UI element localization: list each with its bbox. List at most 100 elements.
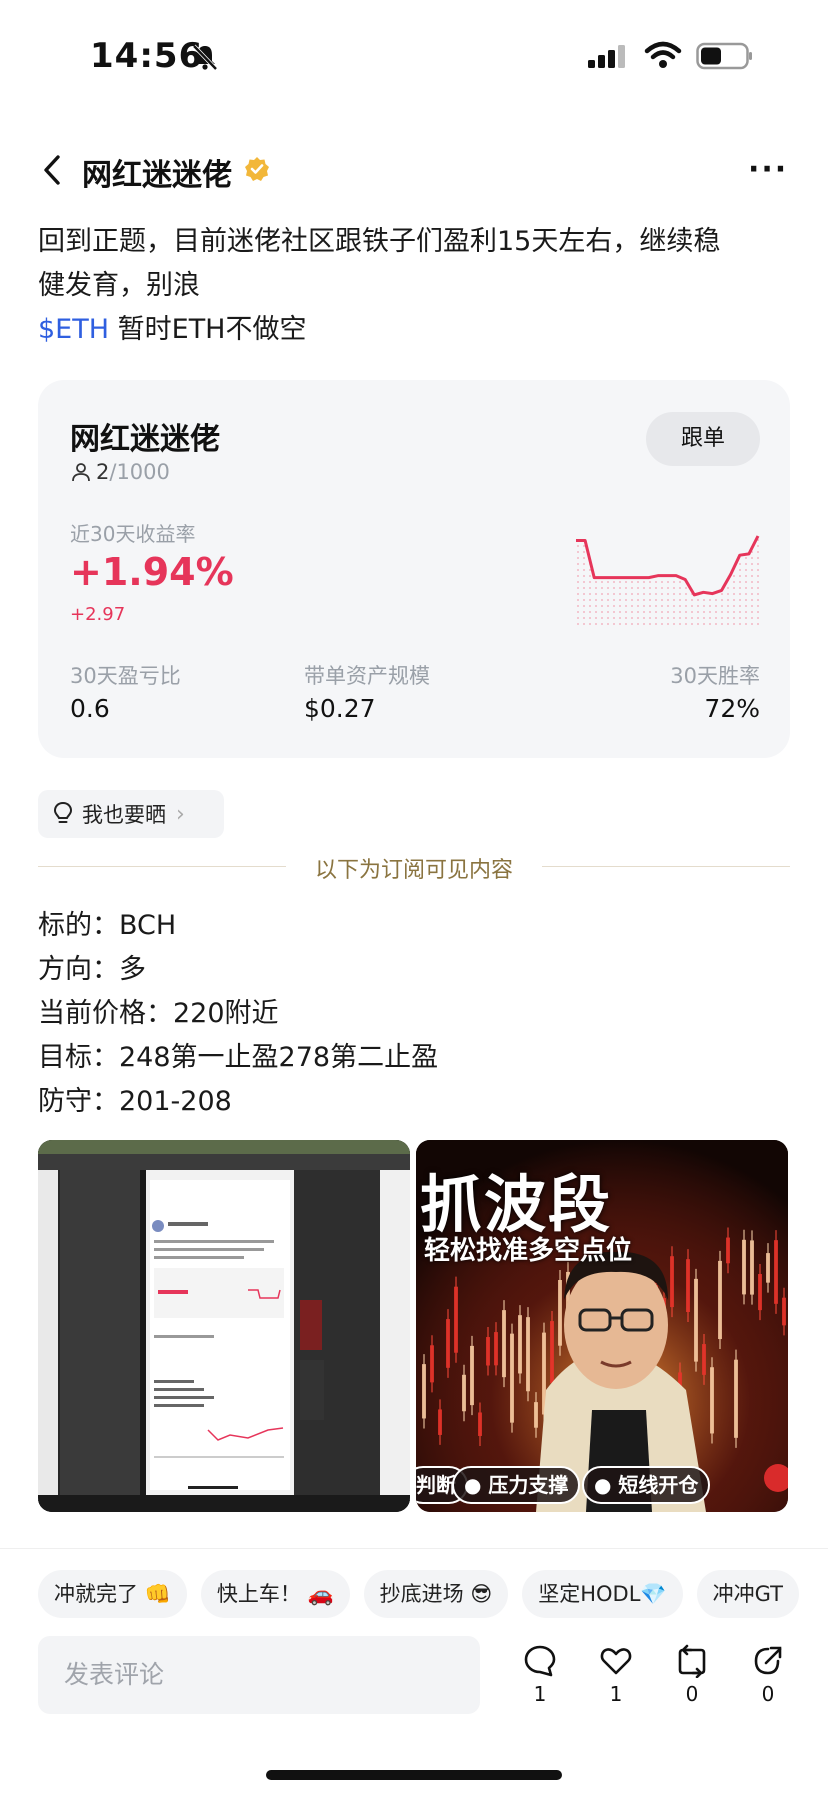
sparkline-fill-dot (697, 617, 699, 619)
promo-pill: ● 短线开仓 (582, 1466, 711, 1504)
sparkline-fill-dot (745, 569, 747, 571)
sparkline-fill-dot (757, 551, 759, 553)
sparkline-fill-dot (631, 599, 633, 601)
sparkline-fill-dot (715, 611, 717, 613)
sparkline-fill-dot (691, 611, 693, 613)
sparkline-fill-dot (637, 617, 639, 619)
sparkline-fill-dot (739, 575, 741, 577)
quick-reply-chip[interactable]: 坚定HODL💎 (522, 1570, 683, 1618)
share-button[interactable]: 0 (748, 1644, 788, 1706)
post-image-screenshot[interactable] (38, 1140, 410, 1512)
sparkline-fill-dot (757, 545, 759, 547)
sparkline-fill-dot (601, 617, 603, 619)
sparkline-fill-dot (661, 587, 663, 589)
sparkline-fill-dot (685, 599, 687, 601)
sparkline-fill-dot (631, 611, 633, 613)
candle-body (494, 1332, 498, 1366)
bottom-separator (0, 1548, 828, 1549)
sparkline-fill-dot (589, 623, 591, 625)
post-image-promo[interactable]: 抓波段 轻松找准多空点位 判断 ● 压力支撑 ● 短线开仓 (416, 1140, 788, 1512)
ticker-tag-link[interactable]: $ETH (38, 314, 109, 345)
sparkline-fill-dot (643, 593, 645, 595)
candle-body (694, 1278, 698, 1362)
sparkline-fill-dot (595, 605, 597, 607)
laptop-screenshot-thumbnail (38, 1140, 410, 1512)
sparkline-fill-dot (733, 605, 735, 607)
sparkline-fill-dot (703, 599, 705, 601)
sparkline-fill-dot (613, 587, 615, 589)
sparkline-fill-dot (685, 605, 687, 607)
quick-reply-chip[interactable]: 快上车！ 🚗 (200, 1570, 350, 1618)
sparkline-fill-dot (745, 593, 747, 595)
sparkline-fill-dot (583, 551, 585, 553)
sparkline-fill-dot (583, 575, 585, 577)
sparkline-fill-dot (613, 599, 615, 601)
sparkline-fill-dot (625, 593, 627, 595)
sparkline-fill-dot (619, 587, 621, 589)
sparkline-fill-dot (733, 575, 735, 577)
like-button[interactable]: 1 (596, 1644, 636, 1706)
sparkline-fill-dot (667, 617, 669, 619)
sparkline-fill-dot (703, 617, 705, 619)
comment-button[interactable]: 1 (520, 1644, 560, 1706)
sparkline-fill-dot (577, 545, 579, 547)
sparkline-fill-dot (697, 623, 699, 625)
repost-icon (678, 1644, 706, 1678)
repost-count: 0 (685, 1682, 699, 1706)
roi-value: +1.94% (70, 550, 234, 594)
more-options-button[interactable]: ··· (748, 152, 788, 188)
sparkline-fill-dot (655, 599, 657, 601)
sparkline-fill-dot (745, 611, 747, 613)
sparkline-fill-dot (577, 557, 579, 559)
sparkline-fill-dot (655, 605, 657, 607)
share-chip[interactable]: 我也要晒 › (38, 790, 224, 838)
sparkline-fill-dot (589, 575, 591, 577)
sparkline-fill-dot (739, 611, 741, 613)
stat-win-rate-label: 30天胜率 (670, 664, 760, 688)
copy-trader-card[interactable]: 网红迷迷佬 跟单 2/1000 近30天收益率 +1.94% +2.97 30天… (38, 380, 790, 758)
sparkline-fill-dot (703, 611, 705, 613)
sparkline-fill-dot (577, 605, 579, 607)
sparkline-fill-dot (757, 623, 759, 625)
sparkline-fill-dot (679, 599, 681, 601)
sparkline-fill-dot (619, 617, 621, 619)
candle-body (446, 1319, 450, 1368)
sparkline-fill-dot (691, 623, 693, 625)
sparkline-fill-dot (649, 599, 651, 601)
sparkline-fill-dot (691, 605, 693, 607)
sparkline-fill-dot (709, 611, 711, 613)
sparkline-fill-dot (631, 587, 633, 589)
sparkline-fill-dot (751, 557, 753, 559)
sparkline-fill-dot (733, 623, 735, 625)
sparkline-fill-dot (721, 593, 723, 595)
comment-input[interactable]: 发表评论 (38, 1636, 480, 1714)
trader-name: 网红迷迷佬 (70, 422, 220, 457)
copy-trade-button[interactable]: 跟单 (646, 412, 760, 466)
sparkline-fill-dot (589, 605, 591, 607)
sparkline-fill-dot (745, 557, 747, 559)
sparkline-fill-dot (577, 599, 579, 601)
sparkline-fill-dot (739, 617, 741, 619)
comment-count: 1 (533, 1682, 547, 1706)
quick-reply-bar: 冲就完了 👊 快上车！ 🚗 抄底进场 😎 坚定HODL💎 冲冲GT (38, 1570, 828, 1620)
sparkline-fill-dot (685, 623, 687, 625)
sparkline-fill-dot (757, 605, 759, 607)
quick-reply-chip[interactable]: 抄底进场 😎 (363, 1570, 509, 1618)
sparkline-fill-dot (637, 623, 639, 625)
sparkline-fill-dot (757, 587, 759, 589)
repost-button[interactable]: 0 (672, 1644, 712, 1706)
quick-reply-chip[interactable]: 冲冲GT (696, 1570, 799, 1618)
signal-line: 方向：多 (38, 954, 146, 985)
sparkline-fill-dot (619, 623, 621, 625)
sparkline-fill-dot (583, 623, 585, 625)
sparkline-fill-dot (679, 611, 681, 613)
sparkline-fill-dot (655, 611, 657, 613)
page-title[interactable]: 网红迷迷佬 (82, 150, 232, 194)
quick-reply-chip[interactable]: 冲就完了 👊 (38, 1570, 187, 1618)
candle-body (710, 1367, 714, 1434)
back-arrow-icon[interactable] (38, 152, 66, 188)
sparkline-fill-dot (697, 611, 699, 613)
sparkline-fill-dot (751, 623, 753, 625)
sparkline-fill-dot (601, 593, 603, 595)
sparkline-fill-dot (679, 617, 681, 619)
